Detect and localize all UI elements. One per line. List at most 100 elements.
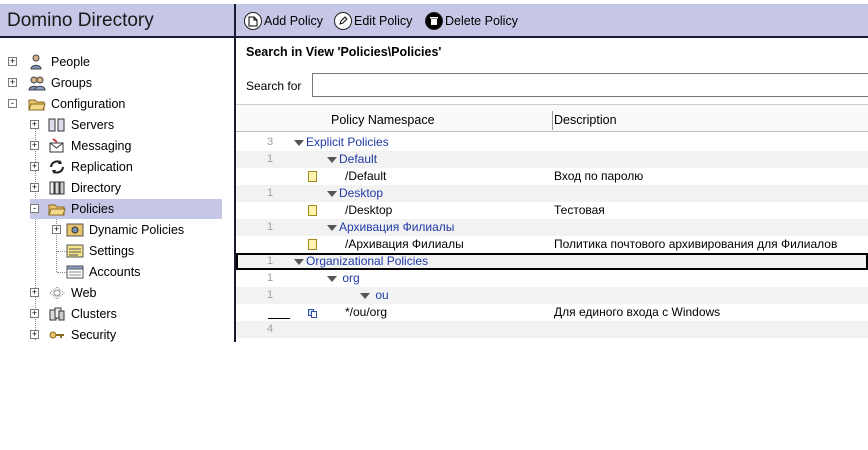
collapse-twisty[interactable]: - (30, 204, 39, 213)
nav-label: Dynamic Policies (89, 223, 185, 237)
nav-item-messaging[interactable]: + Messaging (30, 136, 131, 156)
nav-item-groups[interactable]: + Groups (8, 73, 92, 93)
column-policy-namespace[interactable]: Policy Namespace (331, 105, 435, 131)
expanded-triangle-icon[interactable] (294, 258, 304, 265)
search-bar-title: Search in View 'Policies\Policies' (246, 45, 442, 59)
nav-item-replication[interactable]: + Replication (30, 157, 133, 177)
category-row[interactable]: 1 Архивация Филиалы (236, 219, 868, 236)
expand-twisty[interactable]: + (30, 330, 39, 339)
add-policy-button[interactable]: Add Policy (244, 11, 323, 31)
key-icon (48, 327, 66, 342)
nav-label: Configuration (51, 97, 126, 111)
expanded-triangle-icon[interactable] (327, 224, 337, 231)
web-icon (48, 285, 66, 301)
row-count: 1 (267, 255, 274, 267)
delete-policy-button[interactable]: Delete Policy (425, 11, 518, 31)
nav-item-settings[interactable]: Settings (66, 241, 134, 261)
clusters-icon (48, 306, 66, 322)
folder-open-icon (28, 96, 46, 112)
expanded-triangle-icon[interactable] (327, 156, 337, 163)
category-row[interactable]: 1 org (236, 270, 868, 287)
add-document-icon (244, 12, 262, 30)
collapse-twisty[interactable]: - (8, 99, 17, 108)
servers-icon (48, 117, 66, 133)
document-row[interactable]: /Default Вход по паролю (236, 168, 868, 185)
expand-twisty[interactable]: + (30, 183, 39, 192)
category-label: Default (327, 152, 377, 166)
policies-icon (48, 201, 66, 217)
nav-label: People (51, 55, 90, 69)
category-label: Архивация Филиалы (327, 220, 454, 234)
expand-twisty[interactable]: + (52, 225, 61, 234)
document-row[interactable]: */ou/org Для единого входа с Windows (236, 304, 868, 321)
expanded-triangle-icon[interactable] (327, 190, 337, 197)
directory-icon (48, 180, 66, 196)
category-label: Organizational Policies (294, 254, 428, 268)
view-pane: Search in View 'Policies\Policies' Searc… (236, 40, 868, 342)
nav-label: Accounts (89, 265, 141, 279)
expand-twisty[interactable]: + (30, 162, 39, 171)
person-icon (28, 54, 46, 70)
expand-twisty[interactable]: + (8, 57, 17, 66)
column-description[interactable]: Description (554, 105, 617, 131)
expand-twisty[interactable]: + (30, 120, 39, 129)
nav-item-policies[interactable]: - Policies (30, 199, 222, 219)
messaging-icon (48, 138, 66, 154)
navigator-pane: + People + Groups - Configuration + Serv… (0, 40, 234, 342)
category-text: Архивация Филиалы (339, 220, 455, 234)
edit-pencil-icon (334, 12, 352, 30)
nav-item-servers[interactable]: + Servers (30, 115, 114, 135)
nav-item-configuration[interactable]: - Configuration (8, 94, 125, 114)
dynamic-policies-icon (66, 222, 84, 238)
expand-twisty[interactable]: + (8, 78, 17, 87)
delete-policy-label: Delete Policy (445, 14, 518, 28)
document-row[interactable]: /Desktop Тестовая (236, 202, 868, 219)
document-row[interactable]: /Архивация Филиалы Политика почтового ар… (236, 236, 868, 253)
column-divider[interactable] (552, 111, 553, 130)
group-icon (28, 75, 46, 91)
description-cell: Тестовая (554, 203, 605, 217)
category-text: Default (339, 152, 378, 166)
category-row[interactable]: 1 ou (236, 287, 868, 304)
expanded-triangle-icon[interactable] (294, 139, 304, 146)
category-row-selected[interactable]: 1 Organizational Policies (236, 253, 868, 270)
category-row[interactable]: 3 Explicit Policies (236, 134, 868, 151)
nav-label: Directory (71, 181, 122, 195)
delete-icon (425, 12, 443, 30)
nav-item-directory[interactable]: + Directory (30, 178, 121, 198)
search-input[interactable] (312, 73, 868, 97)
nav-item-security[interactable]: + Security (30, 325, 116, 342)
nav-item-people[interactable]: + People (8, 52, 90, 72)
expanded-triangle-icon[interactable] (360, 292, 370, 299)
policy-document-icon (308, 205, 317, 216)
nav-label: Settings (89, 244, 135, 258)
nav-label: Clusters (71, 307, 117, 321)
policy-namespace-cell: /Архивация Филиалы (345, 237, 464, 251)
policy-namespace-cell: /Default (345, 169, 387, 183)
search-for-label: Search for (246, 79, 302, 93)
nav-item-dynamic-policies[interactable]: + Dynamic Policies (52, 220, 184, 240)
expand-twisty[interactable]: + (30, 309, 39, 318)
row-count: 1 (267, 272, 274, 284)
total-count: 4 (267, 323, 274, 335)
add-policy-label: Add Policy (264, 14, 324, 28)
category-row[interactable]: 1 Desktop (236, 185, 868, 202)
category-label: org (327, 271, 360, 285)
category-label: ou (360, 288, 389, 302)
edit-policy-button[interactable]: Edit Policy (334, 11, 412, 31)
nav-item-accounts[interactable]: Accounts (66, 262, 140, 282)
category-text: org (342, 271, 360, 285)
domino-directory-window: Domino Directory Add Policy Edit Policy … (0, 0, 868, 342)
nav-item-clusters[interactable]: + Clusters (30, 304, 117, 324)
category-label: Desktop (327, 186, 383, 200)
expanded-triangle-icon[interactable] (327, 275, 337, 282)
description-cell: Для единого входа с Windows (554, 305, 721, 319)
nav-label: Servers (71, 118, 115, 132)
settings-icon (66, 243, 84, 259)
expand-twisty[interactable]: + (30, 288, 39, 297)
nav-item-web[interactable]: + Web (30, 283, 96, 303)
expand-twisty[interactable]: + (30, 141, 39, 150)
category-row[interactable]: 1 Default (236, 151, 868, 168)
action-bar: Add Policy Edit Policy Delete Policy (236, 4, 868, 38)
description-cell: Политика почтового архивирования для Фил… (554, 237, 838, 251)
